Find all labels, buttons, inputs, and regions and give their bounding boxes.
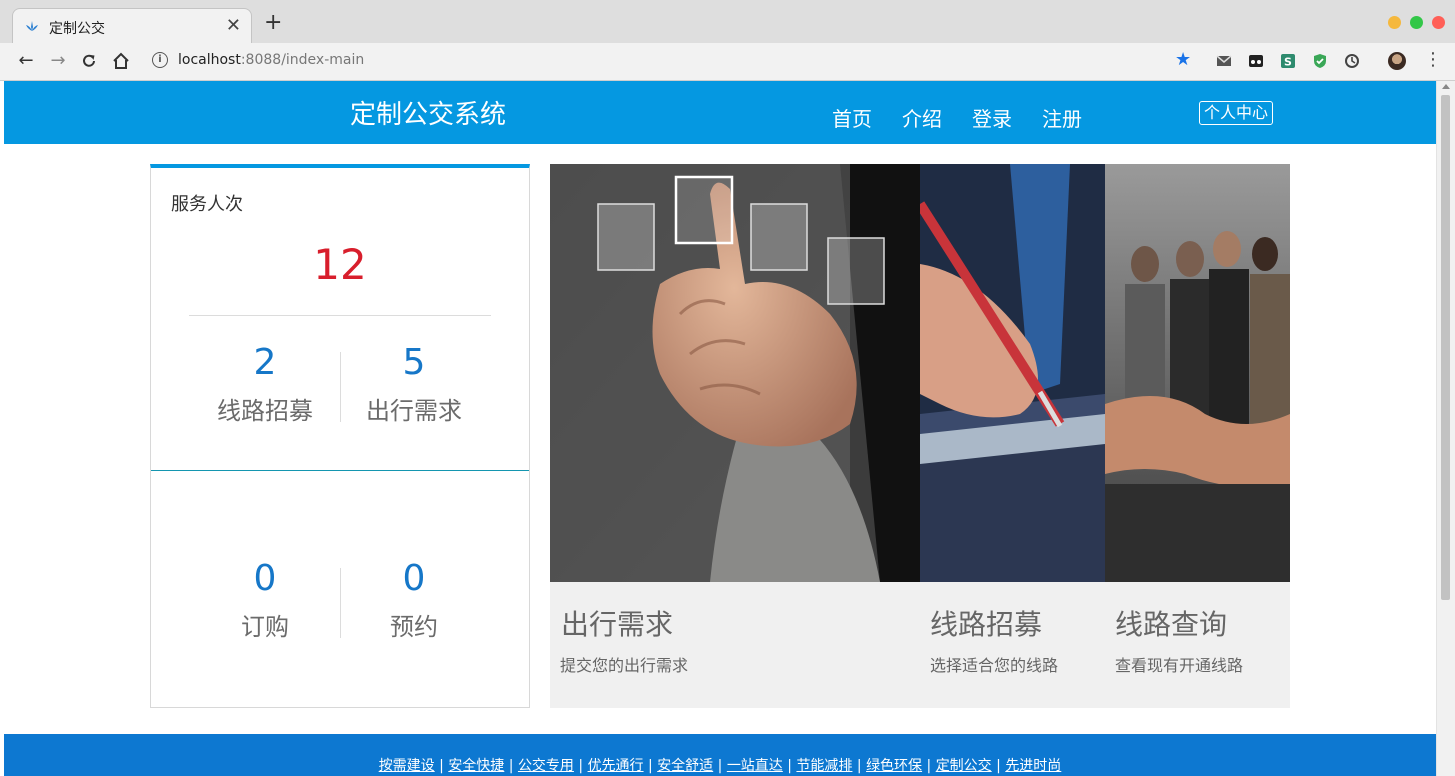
footer-link[interactable]: 公交专用 — [518, 758, 574, 774]
nav-intro[interactable]: 介绍 — [902, 103, 942, 132]
route-recruit-title[interactable]: 线路招募 — [930, 603, 1042, 643]
nav-login[interactable]: 登录 — [972, 103, 1012, 132]
svg-text:S: S — [1284, 56, 1292, 69]
tab-title: 定制公交 — [49, 21, 105, 37]
mail-extension-icon[interactable] — [1216, 53, 1232, 69]
page-viewport: 定制公交系统 首页 介绍 登录 注册 个人中心 服务人次 12 2 线路招募 5… — [4, 81, 1436, 776]
home-icon[interactable] — [112, 52, 130, 70]
route-query-title[interactable]: 线路查询 — [1115, 603, 1227, 643]
footer-separator: | — [922, 758, 936, 774]
site-title: 定制公交系统 — [350, 100, 507, 130]
footer-link[interactable]: 一站直达 — [727, 758, 783, 774]
site-header: 定制公交系统 首页 介绍 登录 注册 个人中心 — [4, 81, 1436, 144]
vpn-extension-icon[interactable] — [1248, 53, 1264, 69]
new-tab-button[interactable]: + — [264, 12, 282, 34]
url-host: localhost — [178, 52, 241, 68]
route-query-image[interactable] — [1105, 164, 1290, 582]
footer-link[interactable]: 节能减排 — [796, 758, 852, 774]
url-path: :8088/index-main — [240, 52, 365, 68]
footer-link[interactable]: 安全舒适 — [657, 758, 713, 774]
personal-center-button[interactable]: 个人中心 — [1199, 101, 1274, 125]
stats-panel: 服务人次 12 2 线路招募 5 出行需求 0 订购 0 预约 — [150, 164, 530, 708]
scroll-up-arrow-icon[interactable] — [1442, 84, 1450, 89]
footer-link[interactable]: 优先通行 — [588, 758, 644, 774]
footer-separator: | — [991, 758, 1006, 774]
route-recruit-count: 2 — [253, 342, 277, 383]
sync-extension-icon[interactable] — [1344, 53, 1360, 69]
footer-separator: | — [643, 758, 658, 774]
nav-home[interactable]: 首页 — [832, 103, 872, 132]
footer-link[interactable]: 安全快捷 — [448, 758, 504, 774]
url-field[interactable]: localhost:8088/index-main — [178, 52, 364, 68]
route-query-subtitle: 查看现有开通线路 — [1115, 656, 1244, 675]
route-recruit-subtitle: 选择适合您的线路 — [930, 656, 1059, 675]
shield-extension-icon[interactable] — [1312, 53, 1328, 69]
reservation-count: 0 — [402, 558, 426, 599]
touchscreen-hand-photo — [550, 164, 920, 582]
page-scrollbar[interactable] — [1436, 81, 1455, 776]
scrollbar-thumb[interactable] — [1441, 95, 1450, 600]
close-window-icon[interactable] — [1432, 16, 1445, 29]
footer-link[interactable]: 定制公交 — [936, 758, 992, 774]
maximize-window-icon[interactable] — [1410, 16, 1423, 29]
order-count: 0 — [253, 558, 277, 599]
footer-link[interactable]: 先进时尚 — [1005, 758, 1061, 774]
route-recruit-label: 线路招募 — [217, 397, 313, 425]
s-extension-icon[interactable]: S — [1280, 53, 1296, 69]
reload-icon[interactable] — [80, 52, 98, 70]
footer-separator: | — [573, 758, 588, 774]
footer-separator: | — [504, 758, 518, 774]
footer-separator: | — [852, 758, 867, 774]
handshake-team-photo — [1105, 164, 1290, 582]
browser-menu-icon[interactable]: ⋮ — [1424, 49, 1442, 70]
route-recruit-image[interactable] — [920, 164, 1105, 582]
footer-separator: | — [782, 758, 797, 774]
nav-register[interactable]: 注册 — [1042, 103, 1082, 132]
divider — [151, 470, 529, 471]
tile-caption-area — [550, 582, 1290, 708]
signing-pen-photo — [920, 164, 1105, 582]
site-favicon-icon — [26, 21, 38, 31]
footer-separator: | — [434, 758, 449, 774]
user-avatar-icon[interactable] — [1388, 52, 1406, 70]
bookmark-star-icon[interactable]: ★ — [1175, 49, 1191, 70]
back-arrow-icon[interactable]: ← — [16, 51, 36, 71]
browser-tab-strip: 定制公交 ✕ + — [0, 0, 1455, 44]
close-tab-icon[interactable]: ✕ — [226, 15, 241, 36]
footer-separator: | — [713, 758, 727, 774]
footer-links: 按需建设 | 安全快捷 | 公交专用 | 优先通行 | 安全舒适 | 一站直达 … — [4, 755, 1436, 775]
reservation-label: 预约 — [390, 613, 438, 641]
travel-demand-count: 5 — [402, 342, 426, 383]
divider — [189, 315, 491, 316]
travel-demand-label: 出行需求 — [366, 397, 462, 425]
site-info-icon[interactable]: i — [152, 52, 168, 68]
travel-demand-title[interactable]: 出行需求 — [561, 603, 673, 643]
order-label: 订购 — [241, 613, 289, 641]
minimize-window-icon[interactable] — [1388, 16, 1401, 29]
travel-demand-image[interactable] — [550, 164, 920, 582]
footer-link[interactable]: 绿色环保 — [866, 758, 922, 774]
service-count-label: 服务人次 — [171, 194, 243, 215]
address-toolbar: ← → i localhost:8088/index-main ★ S ⋮ — [0, 43, 1455, 81]
service-count-value: 12 — [313, 240, 367, 289]
forward-arrow-icon[interactable]: → — [48, 51, 68, 71]
travel-demand-subtitle: 提交您的出行需求 — [560, 656, 689, 675]
browser-tab[interactable]: 定制公交 ✕ — [12, 8, 252, 44]
site-footer: 按需建设 | 安全快捷 | 公交专用 | 优先通行 | 安全舒适 | 一站直达 … — [4, 734, 1436, 776]
footer-link[interactable]: 按需建设 — [379, 758, 435, 774]
